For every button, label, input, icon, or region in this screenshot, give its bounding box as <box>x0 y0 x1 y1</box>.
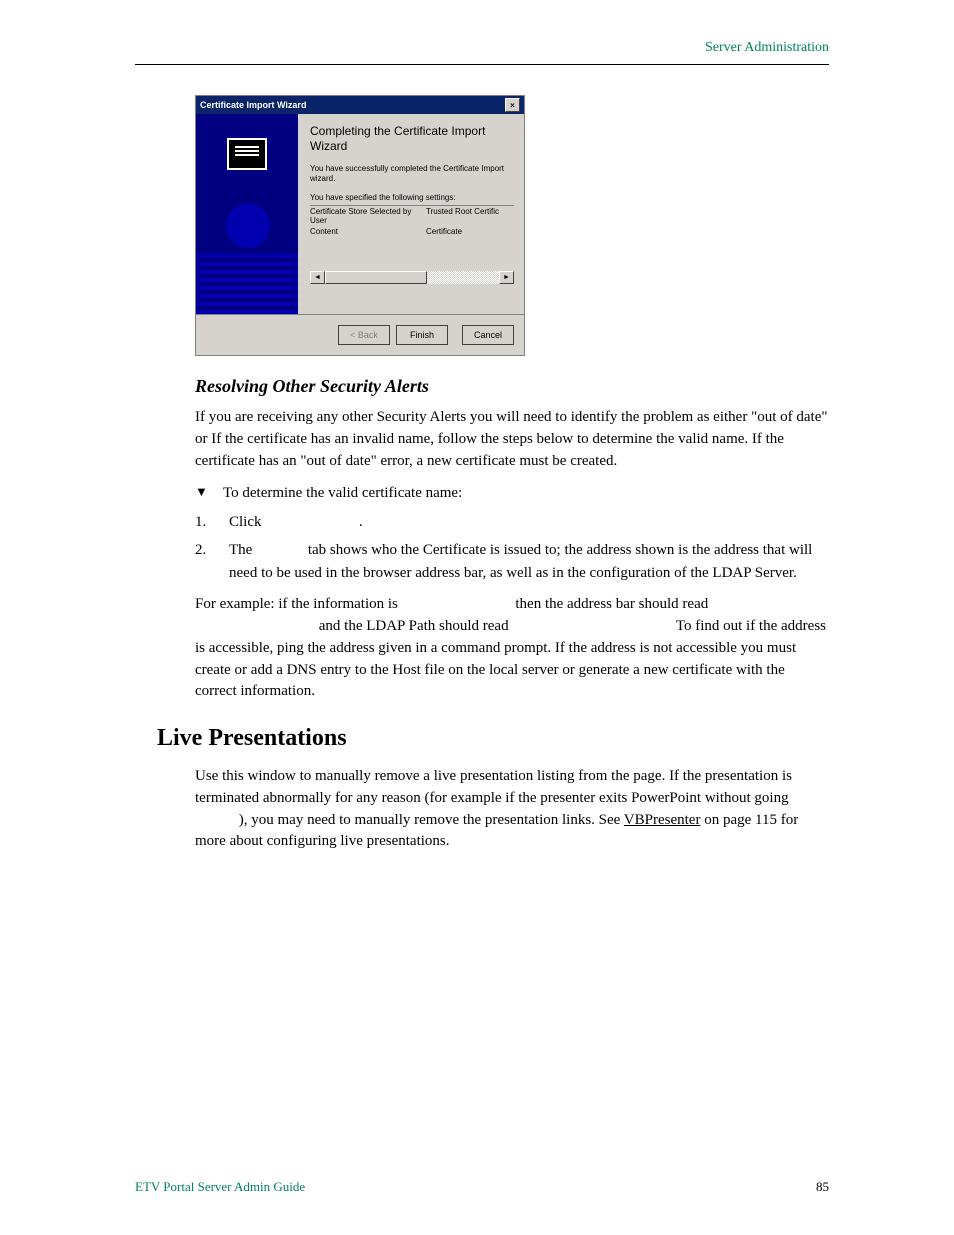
text-span: then the address bar should read <box>515 596 708 612</box>
page-number: 85 <box>816 1179 829 1195</box>
wizard-text-1: You have successfully completed the Cert… <box>310 164 514 183</box>
page-footer: ETV Portal Server Admin Guide 85 <box>135 1179 829 1195</box>
step-text: The tab shows who the Certificate is iss… <box>229 539 829 584</box>
link-vbpresenter[interactable]: VBPresenter <box>624 812 701 828</box>
subsection-heading: Resolving Other Security Alerts <box>195 376 829 397</box>
wizard-dialog: Certificate Import Wizard × Completing t… <box>195 95 525 356</box>
table-row: Certificate Store Selected by User Trust… <box>310 206 514 226</box>
text-span: and the LDAP Path should read <box>319 618 513 634</box>
wizard-settings-table: Certificate Store Selected by User Trust… <box>310 205 514 237</box>
text-span: . <box>359 514 363 530</box>
text-span: For example: if the information is <box>195 596 402 612</box>
wizard-text-2: You have specified the following setting… <box>310 193 514 203</box>
horizontal-scrollbar[interactable]: ◄ ► <box>310 271 514 284</box>
text-span: The <box>229 542 256 558</box>
section-heading: Live Presentations <box>157 725 829 752</box>
close-icon[interactable]: × <box>505 98 520 112</box>
table-row: Content Certificate <box>310 226 514 237</box>
body-paragraph: If you are receiving any other Security … <box>195 407 829 472</box>
text-span: Use this window to manually remove a liv… <box>195 768 633 784</box>
scroll-left-icon[interactable]: ◄ <box>310 271 325 284</box>
step-number: 1. <box>195 511 217 534</box>
back-button[interactable]: < Back <box>338 325 390 345</box>
step-item: 1. Click . <box>195 511 829 534</box>
side-bars-graphic <box>196 254 298 314</box>
text-span: ), you may need to manually remove the p… <box>239 812 624 828</box>
triangle-bullet-icon: ▼ <box>195 482 211 505</box>
table-cell: Trusted Root Certific <box>426 207 514 225</box>
scroll-track[interactable] <box>325 271 499 284</box>
certificate-icon <box>227 138 267 170</box>
scroll-thumb[interactable] <box>325 271 427 284</box>
text-span: tab shows who the Certificate is issued … <box>229 542 812 581</box>
side-circle-graphic <box>226 204 270 248</box>
wizard-screenshot: Certificate Import Wizard × Completing t… <box>195 95 829 356</box>
table-cell: Certificate Store Selected by User <box>310 207 420 225</box>
wizard-heading: Completing the Certificate Import Wizard <box>310 124 514 154</box>
body-paragraph: For example: if the information is then … <box>195 594 829 703</box>
step-item: 2. The tab shows who the Certificate is … <box>195 539 829 584</box>
table-cell: Content <box>310 227 420 236</box>
step-number: 2. <box>195 539 217 584</box>
header-rule <box>135 64 829 65</box>
text-span: If the certificate has an invalid name, … <box>195 431 784 469</box>
text-span: Click <box>229 514 265 530</box>
wizard-title-text: Certificate Import Wizard <box>200 100 306 110</box>
footer-guide-title: ETV Portal Server Admin Guide <box>135 1179 305 1195</box>
cancel-button[interactable]: Cancel <box>462 325 514 345</box>
table-cell: Certificate <box>426 227 514 236</box>
procedure-intro: ▼ To determine the valid certificate nam… <box>195 482 829 505</box>
wizard-titlebar: Certificate Import Wizard × <box>196 96 524 114</box>
wizard-side-graphic <box>196 114 298 314</box>
step-text: Click . <box>229 511 829 534</box>
finish-button[interactable]: Finish <box>396 325 448 345</box>
body-paragraph: Use this window to manually remove a liv… <box>195 766 829 853</box>
scroll-right-icon[interactable]: ► <box>499 271 514 284</box>
procedure-intro-text: To determine the valid certificate name: <box>223 482 829 505</box>
wizard-button-row: < Back Finish Cancel <box>196 314 524 355</box>
header-breadcrumb: Server Administration <box>135 40 829 56</box>
